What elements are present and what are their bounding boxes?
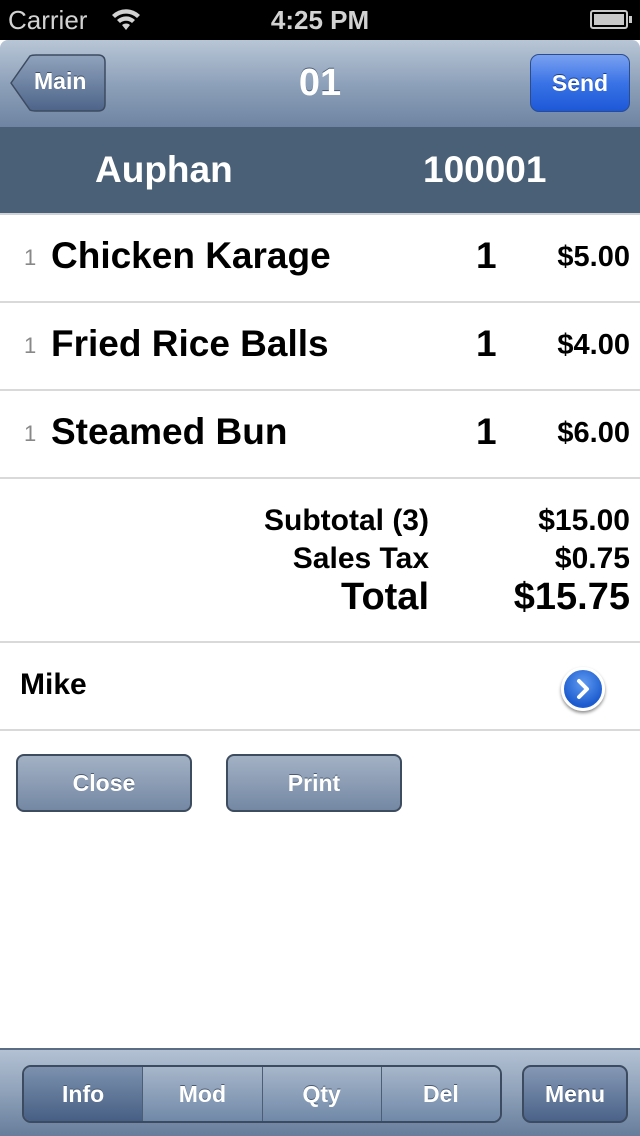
item-seat: 1 <box>24 245 37 270</box>
sales-tax-value: $0.75 <box>554 542 630 575</box>
sales-tax-label: Sales Tax <box>292 542 429 575</box>
item-price: $4.00 <box>557 329 630 361</box>
item-seat: 1 <box>24 333 37 358</box>
customer-header: Auphan 100001 <box>0 127 640 215</box>
send-button[interactable]: Send <box>530 54 630 112</box>
item-name: Steamed Bun <box>51 411 288 452</box>
total-value: $15.75 <box>513 576 630 618</box>
customer-name: Auphan <box>95 149 233 190</box>
totals-section: Subtotal (3) $15.00 Sales Tax $0.75 Tota… <box>0 479 640 643</box>
menu-button[interactable]: Menu <box>522 1065 628 1123</box>
item-qty: 1 <box>476 411 497 452</box>
status-bar: Carrier 4:25 PM <box>0 0 640 40</box>
server-row[interactable]: Mike <box>0 643 640 731</box>
server-name: Mike <box>20 668 87 701</box>
segment-del[interactable]: Del <box>380 1067 500 1121</box>
item-price: $6.00 <box>557 417 630 449</box>
bottom-toolbar: Info Mod Qty Del Menu <box>0 1048 640 1136</box>
order-items-list: 1 Chicken Karage 1 $5.00 1 Fried Rice Ba… <box>0 215 640 479</box>
chevron-right-circle-icon[interactable] <box>561 667 605 711</box>
item-name: Fried Rice Balls <box>51 323 329 364</box>
item-name: Chicken Karage <box>51 235 331 276</box>
subtotal-value: $15.00 <box>538 504 630 537</box>
segmented-control: Info Mod Qty Del <box>22 1065 502 1123</box>
item-seat: 1 <box>24 421 37 446</box>
subtotal-label: Subtotal (3) <box>264 504 429 537</box>
order-item-row[interactable]: 1 Chicken Karage 1 $5.00 <box>0 215 640 303</box>
order-item-row[interactable]: 1 Fried Rice Balls 1 $4.00 <box>0 303 640 391</box>
clock: 4:25 PM <box>270 5 370 35</box>
item-qty: 1 <box>476 235 497 276</box>
print-button[interactable]: Print <box>226 754 402 812</box>
order-item-row[interactable]: 1 Steamed Bun 1 $6.00 <box>0 391 640 479</box>
segment-qty[interactable]: Qty <box>261 1067 381 1121</box>
navigation-bar: Main 01 Send <box>0 40 640 128</box>
item-price: $5.00 <box>557 241 630 273</box>
battery-icon <box>590 10 632 29</box>
segment-mod[interactable]: Mod <box>142 1067 262 1121</box>
customer-account: 100001 <box>423 149 547 190</box>
close-button[interactable]: Close <box>16 754 192 812</box>
total-label: Total <box>341 576 429 618</box>
item-qty: 1 <box>476 323 497 364</box>
segment-info[interactable]: Info <box>24 1067 143 1121</box>
